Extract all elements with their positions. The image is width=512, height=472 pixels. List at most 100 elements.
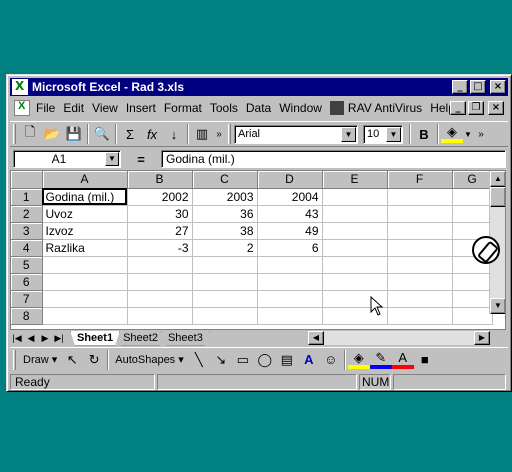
line-icon[interactable]: ╲ [188,349,210,371]
clipart-icon[interactable]: ☺ [320,349,342,371]
close-button[interactable]: × [490,80,506,94]
arrow-icon[interactable]: ↘ [210,349,232,371]
font-name-select[interactable]: Arial ▼ [234,124,358,144]
menu-rav-antivirus[interactable]: RAV AntiVirus [344,101,426,115]
cell-d3[interactable]: 49 [257,222,323,240]
excel-app-icon[interactable] [12,79,28,95]
cell-b8[interactable] [127,307,193,325]
menu-format[interactable]: Format [160,101,206,115]
row-header[interactable]: 6 [11,273,43,291]
cell-f4[interactable] [387,239,453,257]
sort-ascending-icon[interactable]: ↓ [163,123,185,145]
menu-edit[interactable]: Edit [59,101,88,115]
sheet-tab-sheet3[interactable]: Sheet3 [161,331,210,346]
cell-f7[interactable] [387,290,453,308]
open-icon[interactable]: 📂 [41,123,63,145]
cell-b3[interactable]: 27 [127,222,193,240]
browser-icon[interactable] [472,236,500,264]
menu-file[interactable]: File [32,101,59,115]
row-header[interactable]: 4 [11,239,43,257]
cell-e2[interactable] [322,205,388,223]
free-rotate-icon[interactable]: ↻ [83,349,105,371]
worksheet-grid[interactable]: A B C D E F G 1 Godina (mil.) 2002 2003 … [10,170,506,330]
row-header[interactable]: 3 [11,222,43,240]
cell-a1[interactable]: Godina (mil.) [42,188,128,206]
font-color-icon[interactable]: A [391,350,414,369]
cell-f6[interactable] [387,273,453,291]
cell-b5[interactable] [127,256,193,274]
autosum-icon[interactable]: Σ [119,123,141,145]
workbook-icon[interactable] [14,100,30,116]
cell-c3[interactable]: 38 [192,222,258,240]
font-size-select[interactable]: 10 ▼ [363,124,403,144]
menu-data[interactable]: Data [242,101,275,115]
prev-sheet-icon[interactable]: ◀ [24,331,38,345]
cell-f2[interactable] [387,205,453,223]
sheet-tab-sheet2[interactable]: Sheet2 [116,331,165,346]
cell-d6[interactable] [257,273,323,291]
column-header[interactable]: C [192,171,258,189]
cell-e1[interactable] [322,188,388,206]
textbox-icon[interactable]: ▤ [276,349,298,371]
oval-icon[interactable]: ◯ [254,349,276,371]
scroll-thumb[interactable] [490,187,505,207]
toolbar-grip[interactable] [13,349,16,370]
new-icon[interactable]: 🗋 [19,123,41,145]
scroll-left-icon[interactable]: ◀ [308,331,324,345]
cell-c6[interactable] [192,273,258,291]
cell-g7[interactable] [452,290,493,308]
cell-d5[interactable] [257,256,323,274]
cell-d4[interactable]: 6 [257,239,323,257]
cell-a7[interactable] [42,290,128,308]
cell-c8[interactable] [192,307,258,325]
cell-a3[interactable]: Izvoz [42,222,128,240]
toolbar-grip[interactable] [228,124,231,144]
cell-f3[interactable] [387,222,453,240]
cell-c2[interactable]: 36 [192,205,258,223]
cell-e6[interactable] [322,273,388,291]
row-header[interactable]: 2 [11,205,43,223]
cell-b6[interactable] [127,273,193,291]
menu-window[interactable]: Window [275,101,326,115]
cell-e4[interactable] [322,239,388,257]
doc-close-button[interactable]: × [488,101,504,115]
cell-b4[interactable]: -3 [127,239,193,257]
horizontal-scrollbar[interactable]: ◀ ▶ [308,331,490,345]
rectangle-icon[interactable]: ▭ [232,349,254,371]
name-box[interactable]: A1 ▼ [13,150,121,168]
wordart-icon[interactable]: A [298,349,320,371]
autoshapes-menu-button[interactable]: AutoShapes ▾ [111,353,188,366]
cell-b1[interactable]: 2002 [127,188,193,206]
column-header[interactable]: A [42,171,128,189]
cell-d1[interactable]: 2004 [257,188,323,206]
chevron-down-icon[interactable]: ▼ [341,126,356,142]
chevron-down-icon[interactable]: ▼ [463,123,473,145]
cell-a6[interactable] [42,273,128,291]
cell-g8[interactable] [452,307,493,325]
draw-menu-button[interactable]: Draw ▾ [19,353,61,366]
row-header[interactable]: 8 [11,307,43,325]
cell-f5[interactable] [387,256,453,274]
cell-c4[interactable]: 2 [192,239,258,257]
last-sheet-icon[interactable]: ▶| [52,331,66,345]
cell-e3[interactable] [322,222,388,240]
title-bar[interactable]: Microsoft Excel - Rad 3.xls _ □ × [10,78,508,96]
cell-b2[interactable]: 30 [127,205,193,223]
paste-function-icon[interactable]: fx [141,123,163,145]
menu-view[interactable]: View [88,101,122,115]
row-header[interactable]: 1 [11,188,43,206]
cell-e5[interactable] [322,256,388,274]
menu-tools[interactable]: Tools [206,101,242,115]
cell-c7[interactable] [192,290,258,308]
save-icon[interactable]: 💾 [63,123,85,145]
fill-color-icon[interactable]: ◈ [347,350,370,369]
cell-g6[interactable] [452,273,493,291]
next-sheet-icon[interactable]: ▶ [38,331,52,345]
fill-color-icon[interactable]: ◈ [441,124,463,143]
cell-a4[interactable]: Razlika [42,239,128,257]
cell-g2[interactable] [452,205,493,223]
cell-a8[interactable] [42,307,128,325]
formula-input[interactable]: Godina (mil.) [161,150,506,168]
row-header[interactable]: 7 [11,290,43,308]
bold-button[interactable]: B [413,123,435,145]
